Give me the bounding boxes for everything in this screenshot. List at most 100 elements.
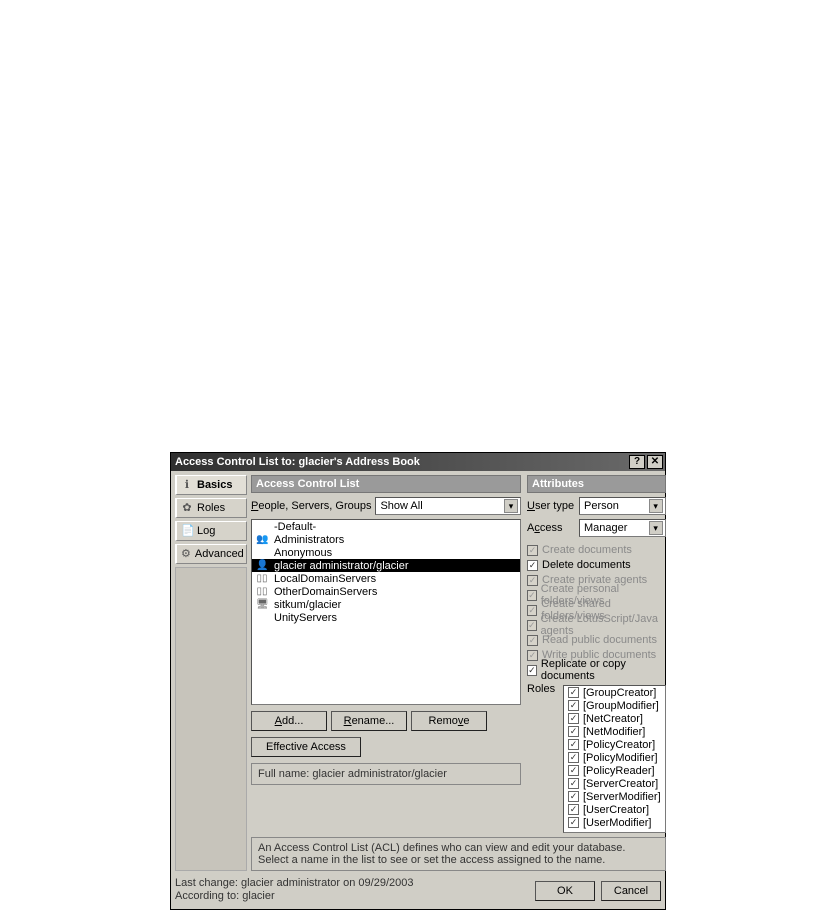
- last-change-text: Last change: glacier administrator on 09…: [175, 877, 414, 890]
- permission-row: ✓Create LotusScript/Java agents: [527, 618, 666, 632]
- roles-label: Roles: [527, 683, 559, 695]
- acl-header: Access Control List: [251, 475, 521, 493]
- side-tab-basics[interactable]: ℹ Basics: [175, 475, 247, 495]
- rename-button[interactable]: Rename...: [331, 711, 407, 731]
- checkbox[interactable]: ✓: [568, 778, 579, 789]
- access-value: Manager: [584, 522, 627, 534]
- role-row[interactable]: ✓ [NetModifier]: [564, 725, 665, 738]
- log-icon: 📄: [181, 525, 193, 537]
- checkbox[interactable]: ✓: [568, 791, 579, 802]
- entry-label: glacier administrator/glacier: [274, 560, 409, 572]
- permission-row[interactable]: ✓ Delete documents: [527, 558, 666, 572]
- entry-icon: 👥: [256, 535, 268, 545]
- checkbox[interactable]: ✓: [568, 765, 579, 776]
- list-item[interactable]: 👥 Administrators: [252, 533, 520, 546]
- attributes-header: Attributes: [527, 475, 666, 493]
- help-button[interactable]: ?: [629, 455, 645, 469]
- permission-label: Read public documents: [542, 634, 657, 646]
- roles-listbox[interactable]: ✓ [GroupCreator] ✓ [GroupModifier] ✓ [NetCrea…: [563, 685, 666, 833]
- list-item[interactable]: Anonymous: [252, 546, 520, 559]
- checkbox: ✓: [527, 590, 537, 601]
- list-item[interactable]: 🖥sitkum/glacier: [252, 598, 520, 611]
- permission-row[interactable]: ✓Replicate or copy documents: [527, 663, 666, 677]
- side-tab-log[interactable]: 📄 Log: [175, 521, 247, 541]
- access-combo[interactable]: Manager ▾: [579, 519, 666, 537]
- checkbox: ✓: [527, 620, 537, 631]
- list-item[interactable]: ▯▯ LocalDomainServers: [252, 572, 520, 585]
- permission-row: ✓Create documents: [527, 543, 666, 557]
- entry-icon: 🖥: [256, 600, 268, 610]
- ok-button[interactable]: OK: [535, 881, 595, 901]
- list-item[interactable]: UnityServers: [252, 611, 520, 624]
- acl-listbox[interactable]: -Default- 👥 AdministratorsAnonymous 👤 glacie…: [251, 519, 521, 705]
- entry-icon: ▯▯: [256, 574, 268, 584]
- usertype-combo[interactable]: Person ▾: [579, 497, 666, 515]
- checkbox[interactable]: ✓: [568, 752, 579, 763]
- role-row[interactable]: ✓ [ServerCreator]: [564, 777, 665, 790]
- checkbox: ✓: [527, 650, 538, 661]
- role-row[interactable]: ✓[PolicyModifier]: [564, 751, 665, 764]
- remove-button[interactable]: Remove: [411, 711, 487, 731]
- role-row[interactable]: ✓ [UserCreator]: [564, 803, 665, 816]
- checkbox[interactable]: ✓: [568, 804, 579, 815]
- filter-combo[interactable]: Show All ▾: [375, 497, 521, 515]
- sidebar: ℹ Basics ✿ Roles 📄 Log ⚙ Advanced: [175, 475, 247, 871]
- entry-icon: 👤: [256, 561, 268, 571]
- cancel-button[interactable]: Cancel: [601, 881, 661, 901]
- entry-label: Anonymous: [274, 547, 332, 559]
- entry-icon: [256, 522, 268, 532]
- role-row[interactable]: ✓ [NetCreator]: [564, 712, 665, 725]
- checkbox: ✓: [527, 575, 538, 586]
- chevron-down-icon: ▾: [504, 499, 518, 513]
- role-label: [ServerCreator]: [583, 778, 658, 790]
- list-item[interactable]: -Default-: [252, 520, 520, 533]
- checkbox[interactable]: ✓: [568, 817, 579, 828]
- add-button[interactable]: Add...: [251, 711, 327, 731]
- checkbox[interactable]: ✓: [568, 687, 579, 698]
- role-row[interactable]: ✓ [GroupCreator]: [564, 686, 665, 699]
- checkbox: ✓: [527, 635, 538, 646]
- effective-access-button[interactable]: Effective Access: [251, 737, 361, 757]
- role-label: [ServerModifier]: [583, 791, 661, 803]
- entry-label: Administrators: [274, 534, 344, 546]
- access-label: Access: [527, 522, 575, 534]
- checkbox[interactable]: ✓: [568, 726, 579, 737]
- role-label: [NetCreator]: [583, 713, 643, 725]
- checkbox[interactable]: ✓: [527, 665, 537, 676]
- role-row[interactable]: ✓[PolicyCreator]: [564, 738, 665, 751]
- entry-label: UnityServers: [274, 612, 337, 624]
- entry-label: LocalDomainServers: [274, 573, 376, 585]
- entry-label: -Default-: [274, 521, 316, 533]
- chevron-down-icon: ▾: [649, 499, 663, 513]
- role-row[interactable]: ✓ [GroupModifier]: [564, 699, 665, 712]
- role-label: [GroupCreator]: [583, 687, 656, 699]
- entry-icon: ▯▯: [256, 587, 268, 597]
- entry-icon: [256, 613, 268, 623]
- hint-box: An Access Control List (ACL) defines who…: [251, 837, 666, 871]
- checkbox[interactable]: ✓: [527, 560, 538, 571]
- role-label: [UserCreator]: [583, 804, 649, 816]
- checkbox[interactable]: ✓: [568, 700, 579, 711]
- window-title: Access Control List to: glacier's Addres…: [175, 456, 420, 468]
- side-tab-roles[interactable]: ✿ Roles: [175, 498, 247, 518]
- entry-label: OtherDomainServers: [274, 586, 377, 598]
- checkbox: ✓: [527, 545, 538, 556]
- close-button[interactable]: ✕: [647, 455, 663, 469]
- side-tab-label: Advanced: [195, 548, 244, 560]
- role-label: [GroupModifier]: [583, 700, 659, 712]
- list-item[interactable]: 👤 glacier administrator/glacier: [252, 559, 520, 572]
- role-row[interactable]: ✓ [ServerModifier]: [564, 790, 665, 803]
- checkbox[interactable]: ✓: [568, 713, 579, 724]
- side-tab-advanced[interactable]: ⚙ Advanced: [175, 544, 247, 564]
- role-label: [NetModifier]: [583, 726, 645, 738]
- list-item[interactable]: ▯▯ OtherDomainServers: [252, 585, 520, 598]
- usertype-label: User type: [527, 500, 575, 512]
- roles-icon: ✿: [181, 502, 193, 514]
- titlebar[interactable]: Access Control List to: glacier's Addres…: [171, 453, 665, 471]
- role-row[interactable]: ✓[UserModifier]: [564, 816, 665, 829]
- permission-row: ✓ Read public documents: [527, 633, 666, 647]
- role-row[interactable]: ✓[PolicyReader]: [564, 764, 665, 777]
- checkbox[interactable]: ✓: [568, 739, 579, 750]
- permission-label: Delete documents: [542, 559, 631, 571]
- entry-icon: [256, 548, 268, 558]
